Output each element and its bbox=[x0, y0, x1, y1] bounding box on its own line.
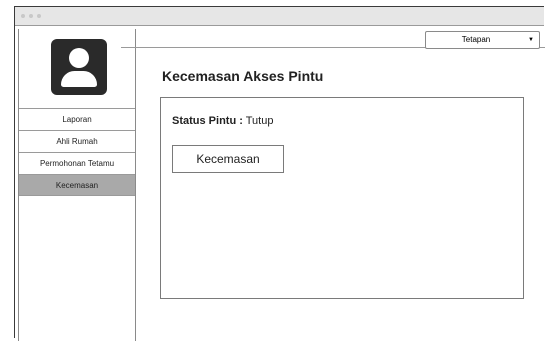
sidebar-nav: Laporan Ahli Rumah Permohonan Tetamu Kec… bbox=[19, 108, 135, 196]
settings-dropdown-label: Tetapan bbox=[461, 35, 491, 44]
window-minimize-dot[interactable] bbox=[29, 14, 33, 18]
sidebar-item-label: Ahli Rumah bbox=[56, 137, 98, 146]
sidebar-item-kecemasan[interactable]: Kecemasan bbox=[19, 174, 135, 196]
window-titlebar bbox=[15, 7, 544, 26]
window-close-dot[interactable] bbox=[21, 14, 25, 18]
sidebar-item-label: Laporan bbox=[62, 115, 92, 124]
sidebar-item-label: Kecemasan bbox=[55, 181, 99, 190]
sidebar-item-permohonan-tetamu[interactable]: Permohonan Tetamu bbox=[19, 152, 135, 174]
chevron-down-icon: ▼ bbox=[528, 37, 534, 43]
door-status: Status Pintu : Tutup bbox=[172, 115, 273, 127]
settings-dropdown[interactable]: Tetapan ▼ bbox=[425, 31, 540, 49]
door-status-panel: Status Pintu : Tutup Kecemasan bbox=[160, 97, 524, 299]
page-title: Kecemasan Akses Pintu bbox=[162, 68, 324, 84]
sidebar: Laporan Ahli Rumah Permohonan Tetamu Kec… bbox=[18, 29, 136, 341]
sidebar-item-ahli-rumah[interactable]: Ahli Rumah bbox=[19, 130, 135, 152]
door-status-value: Tutup bbox=[245, 115, 274, 127]
avatar bbox=[51, 39, 107, 95]
sidebar-item-laporan[interactable]: Laporan bbox=[19, 108, 135, 130]
window-maximize-dot[interactable] bbox=[37, 14, 41, 18]
sidebar-item-label: Permohonan Tetamu bbox=[39, 159, 115, 168]
door-status-label: Status Pintu : bbox=[172, 115, 243, 127]
emergency-button[interactable]: Kecemasan bbox=[172, 145, 284, 173]
